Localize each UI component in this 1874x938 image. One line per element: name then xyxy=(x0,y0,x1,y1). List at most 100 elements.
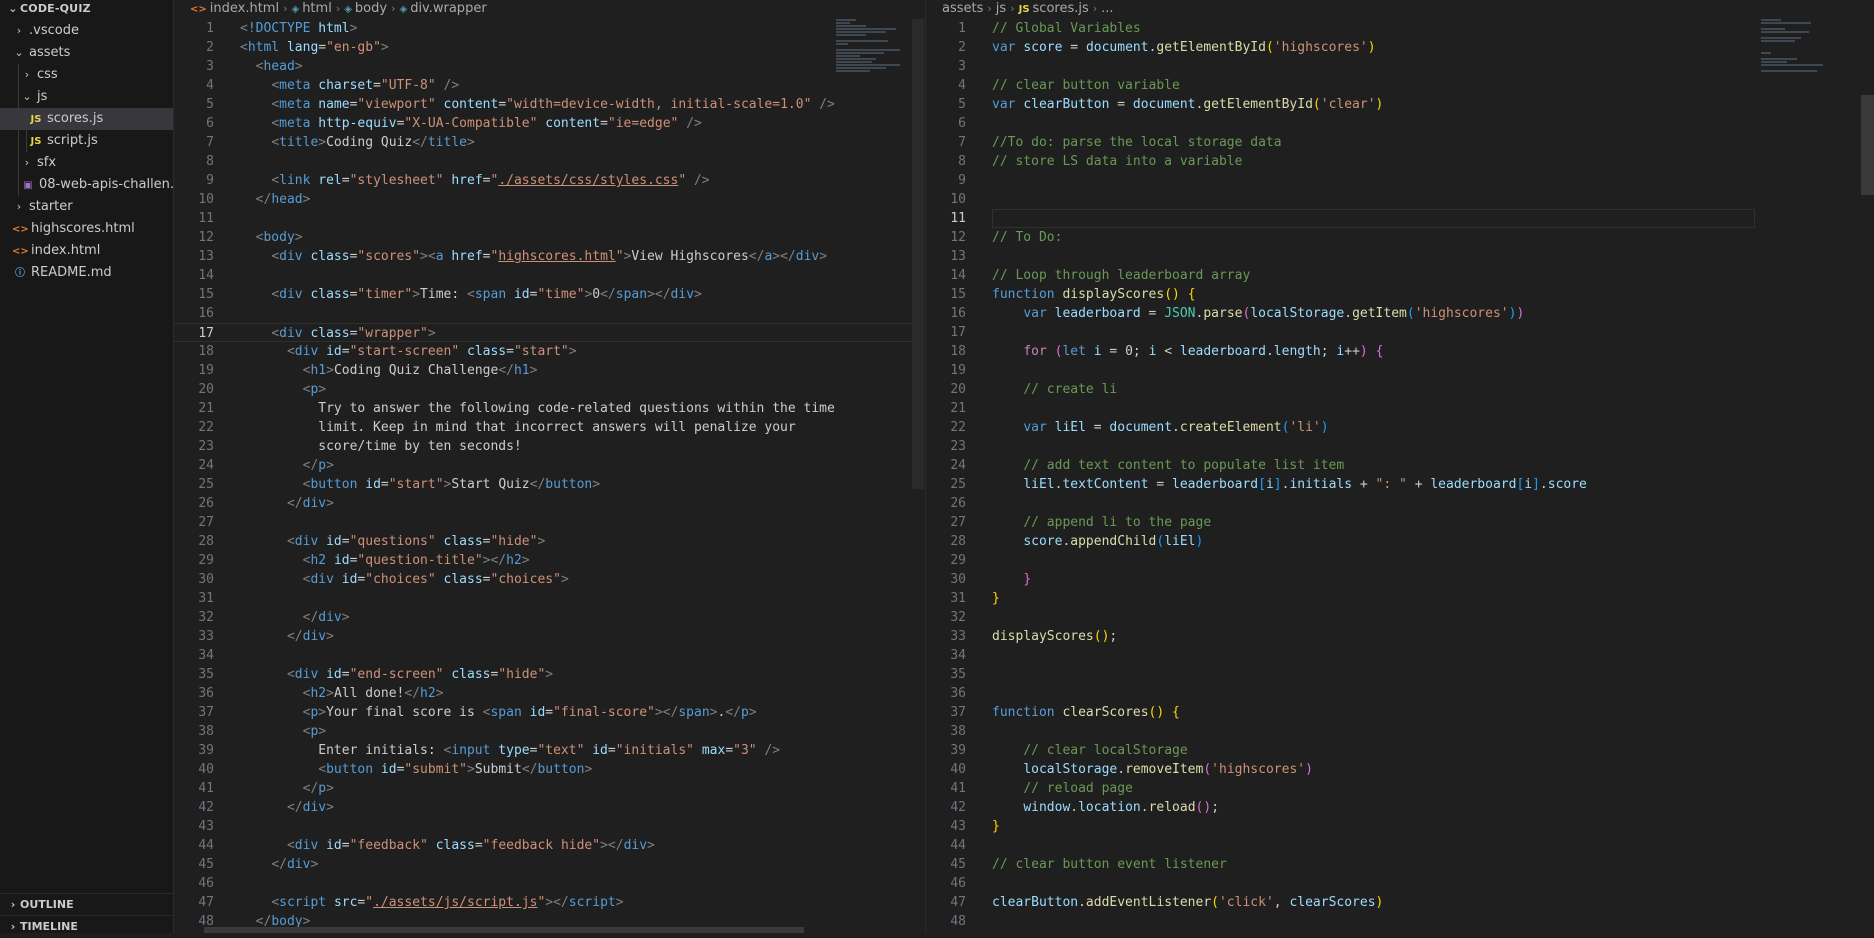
info-icon: ⓘ xyxy=(15,268,25,279)
tree-item-label: .vscode xyxy=(29,23,79,38)
breadcrumb-item[interactable]: html xyxy=(302,1,332,16)
tree-item[interactable]: <> highscores.html xyxy=(0,218,173,240)
breadcrumb: assets › js › JS scores.js ›... xyxy=(926,0,1874,18)
code-line: 40 localStorage.removeItem('highscores') xyxy=(950,762,1313,777)
code-line: 12 <body> xyxy=(198,230,303,245)
tree-item[interactable]: JS scores.js xyxy=(0,108,173,130)
code-line: 24 </p> xyxy=(198,458,334,473)
code-area[interactable]: 1 <!DOCTYPE html> 2 <html lang="en-gb"> 3 … xyxy=(174,19,924,933)
code-line: 40 <button id="submit">Submit</button> xyxy=(198,762,593,777)
tree-item[interactable]: ⌄ js xyxy=(0,86,173,108)
code-line: 6 <meta http-equiv="X-UA-Compatible" con… xyxy=(206,116,702,131)
code-line: 5 var clearButton = document.getElementBy… xyxy=(958,97,1384,112)
tree-item[interactable]: › starter xyxy=(0,196,173,218)
code-line: 32 </div> xyxy=(198,610,350,625)
code-line: 35 xyxy=(950,667,966,682)
code-line: 44 <div id="feedback" class="feedback hi… xyxy=(198,838,655,853)
code-line: 10 </head> xyxy=(198,192,311,207)
vertical-scrollbar[interactable] xyxy=(912,19,924,489)
code-line: 29 xyxy=(950,553,966,568)
horizontal-scrollbar[interactable] xyxy=(204,927,804,933)
code-line: 46 xyxy=(950,876,966,891)
tree-item[interactable]: <> index.html xyxy=(0,240,173,262)
code-line: 6 xyxy=(958,116,966,131)
outline-section[interactable]: › OUTLINE xyxy=(0,893,173,915)
editor-pane-scores-js[interactable]: assets › js › JS scores.js ›... 1// Global Var… xyxy=(925,0,1874,933)
code-line: 29 <h2 id="question-title"></h2> xyxy=(198,553,530,568)
editor-pane-index-html[interactable]: <> index.html › ◈ html › ◈ body › ◈ div.wrapper 1 <… xyxy=(174,0,924,933)
html-file-icon: <> xyxy=(190,4,207,15)
code-line: 15 <div class="timer">Time: <span id="ti… xyxy=(198,287,702,302)
breadcrumb-item[interactable]: div.wrapper xyxy=(410,1,486,16)
code-line: 10 xyxy=(950,192,966,207)
code-line: 13 xyxy=(950,249,966,264)
js-file-icon: JS xyxy=(30,136,42,147)
code-line: 19 <h1>Coding Quiz Challenge</h1> xyxy=(198,363,538,378)
explorer-title[interactable]: ⌄ CODE-QUIZ xyxy=(0,0,173,20)
code-line: 30 } xyxy=(950,572,1032,587)
tree-item[interactable]: ⓘ README.md xyxy=(0,262,173,284)
code-line: 2 <html lang="en-gb"> xyxy=(206,40,389,55)
code-line: 13 <div class="scores"><a href="highscor… xyxy=(198,249,828,264)
tree-item-label: script.js xyxy=(47,133,98,148)
tree-item-label: 08-web-apis-challen... xyxy=(39,177,173,192)
minimap[interactable] xyxy=(1761,19,1831,139)
code-line: 43} xyxy=(950,819,1000,834)
tree-item-label: scores.js xyxy=(47,111,104,126)
chevron-right-icon: › xyxy=(16,200,22,213)
code-line: 30 <div id="choices" class="choices"> xyxy=(198,572,569,587)
code-line: 9 <link rel="stylesheet" href="./assets/… xyxy=(206,173,710,188)
code-line: 34 xyxy=(950,648,966,663)
code-line: 26 </div> xyxy=(198,496,334,511)
code-line: 31} xyxy=(950,591,1000,606)
chevron-right-icon: › xyxy=(10,920,16,933)
breadcrumb-item[interactable]: scores.js xyxy=(1033,1,1089,16)
tree-item[interactable]: › css xyxy=(0,64,173,86)
code-line: 23 xyxy=(950,439,966,454)
code-line: 25 liEl.textContent = leaderboard[i].ini… xyxy=(950,477,1587,492)
tree-item-label: js xyxy=(37,89,48,104)
code-line: 16 var leaderboard = JSON.parse(localSto… xyxy=(950,306,1525,321)
code-line: 26 xyxy=(950,496,966,511)
code-area[interactable]: 1// Global Variables 2 var score = docume… xyxy=(926,19,1874,933)
code-line: 31 xyxy=(198,591,214,606)
code-line: 41 // reload page xyxy=(950,781,1133,796)
element-icon: ◈ xyxy=(291,4,300,15)
chevron-right-icon: › xyxy=(1010,2,1015,15)
code-line: 21 xyxy=(950,401,966,416)
tree-item-label: assets xyxy=(29,45,71,60)
minimap[interactable] xyxy=(836,19,906,139)
chevron-right-icon: › xyxy=(16,24,22,37)
code-line: 36 <h2>All done!</h2> xyxy=(198,686,444,701)
code-line: 3 <head> xyxy=(206,59,303,74)
tree-item[interactable]: ⌄ assets xyxy=(0,42,173,64)
explorer-sidebar: ⌄ CODE-QUIZ › .vscode ⌄ assets › css ⌄ js JS score… xyxy=(0,0,174,933)
code-line: 28 <div id="questions" class="hide"> xyxy=(198,534,546,549)
code-line: 36 xyxy=(950,686,966,701)
breadcrumb-item[interactable]: assets xyxy=(942,1,983,16)
code-line: 27 // append li to the page xyxy=(950,515,1212,530)
breadcrumb-item[interactable]: index.html xyxy=(210,1,279,16)
chevron-right-icon: › xyxy=(283,2,288,15)
tree-item[interactable]: ▣ 08-web-apis-challen... xyxy=(0,174,173,196)
breadcrumb: <> index.html › ◈ html › ◈ body › ◈ div.wrapper xyxy=(174,0,924,18)
code-line: 32 xyxy=(950,610,966,625)
tree-item[interactable]: › .vscode xyxy=(0,20,173,42)
breadcrumb-item[interactable]: body xyxy=(355,1,387,16)
code-line: 1 <!DOCTYPE html> xyxy=(206,21,358,36)
timeline-section[interactable]: › TIMELINE xyxy=(0,915,173,937)
code-line: 44 xyxy=(950,838,966,853)
code-line: 43 xyxy=(198,819,214,834)
code-line: 45 </div> xyxy=(198,857,319,872)
code-line: 37 <p>Your final score is <span id="fina… xyxy=(198,705,757,720)
vertical-scrollbar[interactable] xyxy=(1861,95,1874,195)
code-line: 12// To Do: xyxy=(950,230,1063,245)
tree-item[interactable]: JS script.js xyxy=(0,130,173,152)
tree-item[interactable]: › sfx xyxy=(0,152,173,174)
code-line: 20 // create li xyxy=(950,382,1118,397)
code-line: 2 var score = document.getElementById('hi… xyxy=(958,40,1376,55)
code-line: 33 displayScores(); xyxy=(950,629,1118,644)
breadcrumb-item[interactable]: ... xyxy=(1101,1,1113,16)
breadcrumb-item[interactable]: js xyxy=(996,1,1006,16)
html-file-icon: <> xyxy=(12,224,29,235)
